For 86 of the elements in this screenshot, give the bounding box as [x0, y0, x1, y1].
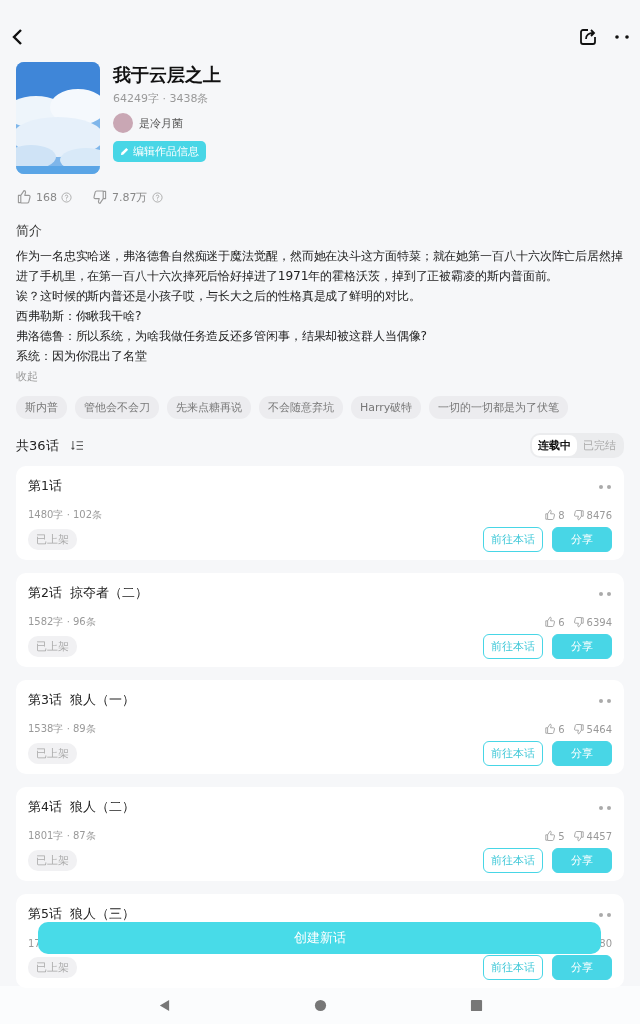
share-button[interactable]: 分享 [552, 955, 612, 980]
more-icon[interactable] [598, 804, 612, 811]
book-stats: 64249字 · 3438条 [113, 91, 209, 106]
dislike-count: 5464 [586, 723, 612, 735]
like-count: 5 [558, 830, 565, 842]
chapter-stats: 1582字 · 96条 [28, 615, 96, 629]
recents-icon[interactable] [469, 998, 483, 1012]
chapter-count: 共36话 [16, 436, 59, 455]
more-icon[interactable] [598, 911, 612, 918]
thumbs-down-icon[interactable] [572, 616, 585, 628]
chapter-stats: 1801字 · 87条 [28, 829, 96, 843]
avatar[interactable] [113, 113, 133, 133]
edit-info-button[interactable]: 编辑作品信息 [113, 141, 206, 162]
synopsis-text: 诶？这时候的斯内普还是小孩子哎，与长大之后的性格真是成了鲜明的对比。 [15, 288, 422, 305]
chapter-subtitle: 狼人（一） [69, 692, 135, 709]
tag[interactable]: 先来点糖再说 [167, 396, 251, 419]
like-count: 168 [36, 190, 57, 204]
thumbs-up-icon[interactable] [544, 616, 557, 628]
share-icon[interactable] [578, 27, 598, 47]
chapter-title: 第4话 [28, 799, 62, 816]
section-heading: 简介 [15, 222, 43, 240]
status-label: 已上架 [28, 957, 77, 978]
collapse-link[interactable]: 收起 [0, 366, 640, 386]
chapter-card[interactable]: 第3话 狼人（一） 1538字 · 89条 6 5464 已上架 前往本话 分享 [16, 680, 624, 774]
share-button[interactable]: 分享 [552, 527, 612, 552]
goto-chapter-button[interactable]: 前往本话 [483, 634, 543, 659]
tag[interactable]: 管他会不会刀 [75, 396, 159, 419]
thumbs-down-icon[interactable] [92, 189, 108, 205]
more-icon[interactable] [598, 590, 612, 597]
status-label: 已上架 [28, 636, 77, 657]
chapter-stats: 1480字 · 102条 [28, 508, 103, 522]
goto-chapter-button[interactable]: 前往本话 [483, 955, 543, 980]
status-label: 已上架 [28, 529, 77, 550]
chapter-title: 第1话 [28, 478, 62, 495]
share-button[interactable]: 分享 [552, 741, 612, 766]
thumbs-up-icon[interactable] [544, 509, 557, 521]
synopsis-text: 弗洛德鲁：所以系统，为啥我做任务造反还多管闲事，结果却被这群人当偶像? [15, 328, 428, 345]
chapter-card[interactable]: 第4话 狼人（二） 1801字 · 87条 5 4457 已上架 前往本话 分享 [16, 787, 624, 881]
author-name[interactable]: 是冷月菌 [139, 115, 183, 131]
chapter-title: 第5话 [28, 906, 62, 923]
more-icon[interactable] [598, 697, 612, 704]
sort-icon[interactable] [70, 440, 84, 451]
chapter-card[interactable]: 第1话 1480字 · 102条 8 8476 已上架 前往本话 分享 [16, 466, 624, 560]
share-button[interactable]: 分享 [552, 634, 612, 659]
goto-chapter-button[interactable]: 前往本话 [483, 848, 543, 873]
thumbs-down-icon[interactable] [572, 509, 585, 521]
like-count: 6 [558, 616, 565, 628]
tag[interactable]: 不会随意弃坑 [259, 396, 343, 419]
book-title: 我于云层之上 [113, 64, 221, 86]
pencil-icon [120, 147, 129, 156]
thumbs-up-icon[interactable] [544, 723, 557, 735]
status-tab[interactable]: 已完结 [577, 435, 622, 456]
chapter-title: 第2话 [28, 585, 62, 602]
tag[interactable]: Harry破特 [351, 396, 422, 419]
status-label: 已上架 [28, 850, 77, 871]
thumbs-down-icon[interactable] [572, 830, 585, 842]
thumbs-up-icon[interactable] [544, 830, 557, 842]
more-icon[interactable] [598, 483, 612, 490]
tag[interactable]: 斯内普 [16, 396, 67, 419]
dislike-count: 6394 [586, 616, 612, 628]
synopsis-text: 系统：因为你混出了名堂 [15, 348, 148, 365]
chapter-subtitle: 狼人（三） [69, 906, 135, 923]
chapter-subtitle: 狼人（二） [69, 799, 135, 816]
like-count: 6 [558, 723, 565, 735]
dislike-count: 4457 [586, 830, 612, 842]
status-tab[interactable]: 连载中 [532, 435, 577, 456]
like-count: 8 [558, 509, 565, 521]
home-icon[interactable] [313, 998, 327, 1012]
tag[interactable]: 一切的一切都是为了伏笔 [429, 396, 569, 419]
chapter-card[interactable]: 第2话 掠夺者（二） 1582字 · 96条 6 6394 已上架 前往本话 分享 [16, 573, 624, 667]
thumbs-down-icon[interactable] [572, 723, 585, 735]
create-chapter-button[interactable]: 创建新话 [38, 922, 601, 954]
dislike-count: 7.87万 [112, 189, 148, 205]
thumbs-up-icon[interactable] [16, 189, 32, 205]
share-button[interactable]: 分享 [552, 848, 612, 873]
status-label: 已上架 [28, 743, 77, 764]
chapter-title: 第3话 [28, 692, 62, 709]
help-icon[interactable] [151, 191, 163, 203]
chapter-subtitle: 掠夺者（二） [69, 585, 148, 602]
synopsis-text: 西弗勒斯：你瞅我干啥? [15, 308, 143, 325]
synopsis-text: 作为一名忠实哈迷，弗洛德鲁自然痴迷于魔法觉醒，然而她在决斗这方面特菜；就在她第一百八十六次阵亡后居然掉进了手机里，在第一百八十六次摔死后恰好掉进了1971年的霍格沃茨，掉到了正被霸凌的斯内普面前。 [15, 248, 624, 285]
dislike-count: 8476 [586, 509, 612, 521]
goto-chapter-button[interactable]: 前往本话 [483, 527, 543, 552]
help-icon[interactable] [61, 191, 72, 203]
goto-chapter-button[interactable]: 前往本话 [483, 741, 543, 766]
chapter-stats: 1538字 · 89条 [28, 722, 96, 736]
